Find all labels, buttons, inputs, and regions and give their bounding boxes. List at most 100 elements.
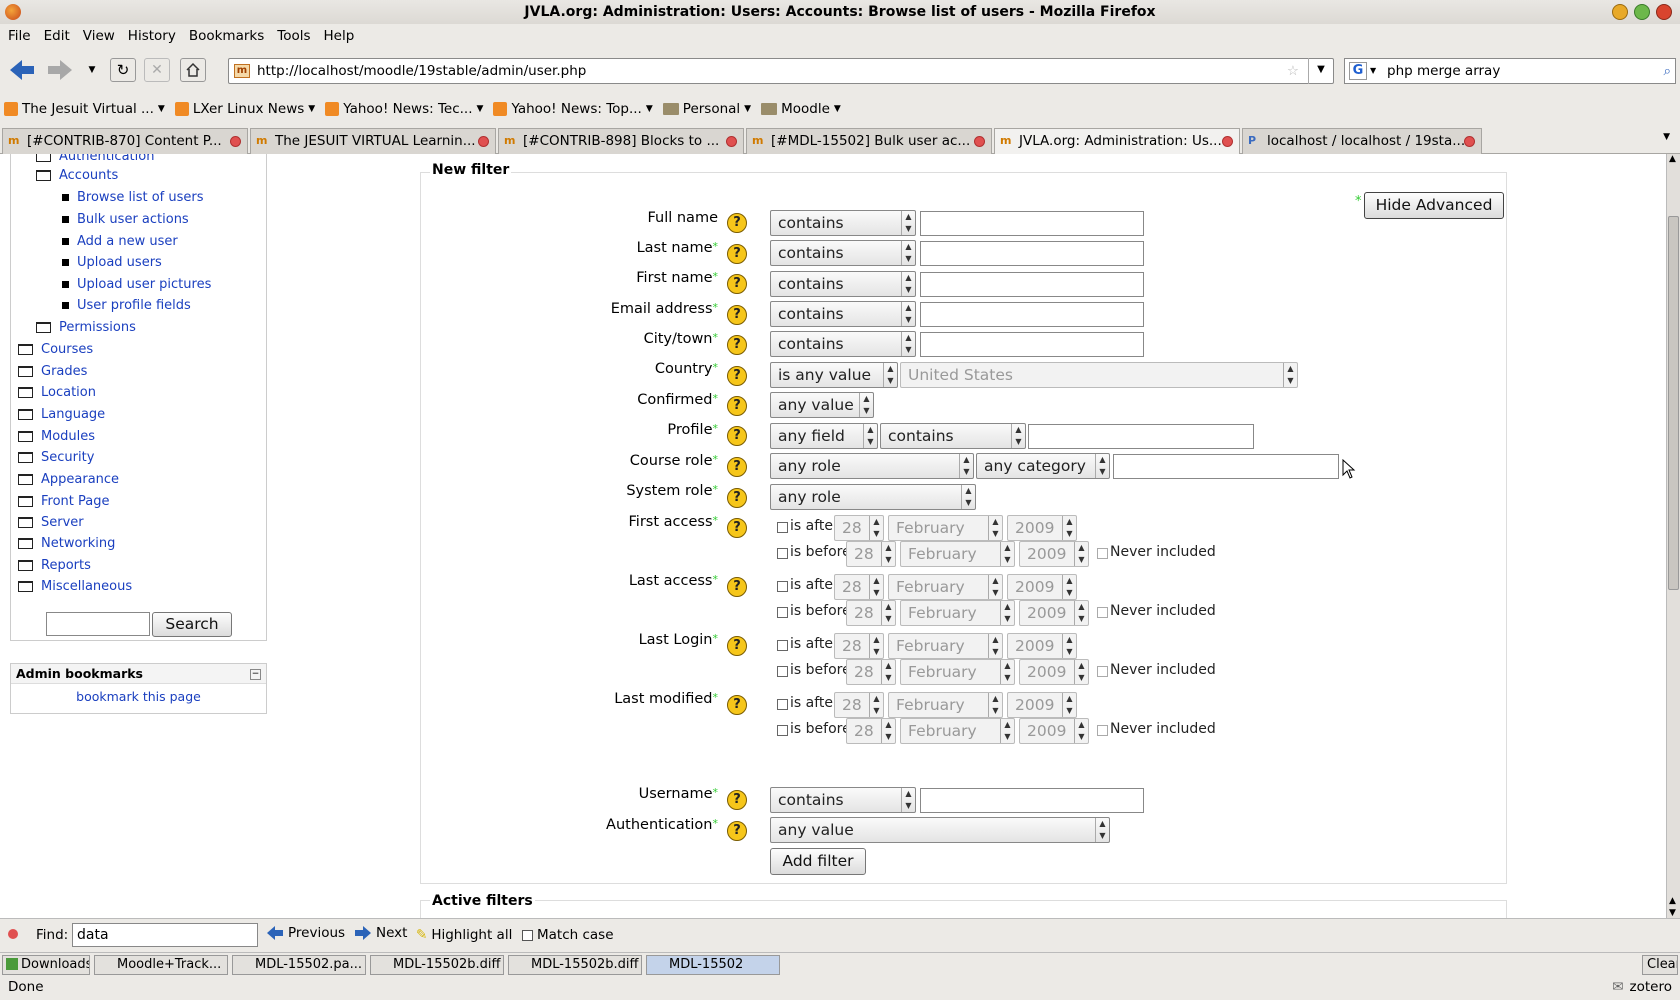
tab-jesuit[interactable]: m The JESUIT VIRTUAL Learnin...: [250, 128, 496, 154]
zotero-button[interactable]: ✉ zotero: [1612, 976, 1672, 998]
scroll-down-icon[interactable]: ▲: [1669, 896, 1676, 906]
country-select[interactable]: United States ▲ ▼: [900, 362, 1298, 388]
close-findbar-icon[interactable]: [8, 929, 18, 939]
maximize-button[interactable]: [1634, 4, 1650, 20]
tab-close-icon[interactable]: [1464, 136, 1475, 147]
city-input[interactable]: [920, 332, 1144, 357]
date-day-select[interactable]: 28 ▲ ▼: [834, 515, 884, 541]
auth-select[interactable]: any value ▲ ▼: [770, 817, 1110, 843]
search-bar[interactable]: G ▼ php merge array ⌕: [1344, 58, 1676, 84]
help-icon[interactable]: ?: [727, 518, 747, 538]
firstaccess-before-checkbox[interactable]: [777, 548, 788, 559]
help-icon[interactable]: ?: [727, 577, 747, 597]
help-icon[interactable]: ?: [727, 335, 747, 355]
help-icon[interactable]: ?: [727, 695, 747, 715]
menu-edit[interactable]: Edit: [38, 24, 77, 46]
tab-close-icon[interactable]: [726, 136, 737, 147]
stop-button[interactable]: ✕: [144, 58, 170, 82]
admin-search-button[interactable]: Search: [152, 612, 232, 637]
help-icon[interactable]: ?: [727, 274, 747, 294]
menu-help[interactable]: Help: [318, 24, 362, 46]
menu-bookmarks[interactable]: Bookmarks: [183, 24, 271, 46]
date-year-select[interactable]: 2009 ▲ ▼: [1019, 718, 1089, 744]
lastaccess-before-checkbox[interactable]: [777, 607, 788, 618]
url-bar[interactable]: m http://localhost/moodle/19stable/admin…: [228, 58, 1334, 84]
menu-file[interactable]: File: [2, 24, 38, 46]
help-icon[interactable]: ?: [727, 790, 747, 810]
tab-close-icon[interactable]: [974, 136, 985, 147]
date-month-select[interactable]: February ▲ ▼: [888, 515, 1003, 541]
country-operator-select[interactable]: is any value ▲ ▼: [770, 362, 898, 388]
collapse-icon[interactable]: −: [250, 669, 261, 680]
date-day-select[interactable]: 28 ▲ ▼: [834, 574, 884, 600]
tab-close-icon[interactable]: [478, 136, 489, 147]
downloads-button[interactable]: Downloads: [2, 955, 90, 975]
match-case-checkbox[interactable]: Match case: [522, 927, 614, 943]
reload-button[interactable]: ↻: [110, 58, 136, 82]
help-icon[interactable]: ?: [727, 305, 747, 325]
help-icon[interactable]: ?: [727, 488, 747, 508]
bookmark-folder-personal[interactable]: Personal ▼: [662, 101, 751, 117]
close-window-button[interactable]: [1656, 4, 1672, 20]
download-item[interactable]: MDL-15502: [646, 955, 780, 975]
help-icon[interactable]: ?: [727, 244, 747, 264]
date-month-select[interactable]: February ▲ ▼: [900, 718, 1015, 744]
date-month-select[interactable]: February ▲ ▼: [900, 659, 1015, 685]
tab-jvla-admin[interactable]: m JVLA.org: Administration: Us...: [994, 128, 1240, 154]
lastname-input[interactable]: [920, 241, 1144, 266]
never-included-checkbox[interactable]: [1097, 725, 1108, 736]
date-month-select[interactable]: February ▲ ▼: [900, 600, 1015, 626]
firstname-operator-select[interactable]: contains ▲ ▼: [770, 271, 916, 297]
lastname-operator-select[interactable]: contains ▲ ▼: [770, 240, 916, 266]
bookmark-yahoo-top[interactable]: Yahoo! News: Top... ▼: [493, 101, 653, 117]
menu-view[interactable]: View: [77, 24, 122, 46]
hide-advanced-button[interactable]: Hide Advanced: [1364, 192, 1504, 219]
tab-contrib-870[interactable]: m [#CONTRIB-870] Content P...: [2, 128, 248, 154]
confirmed-select[interactable]: any value ▲ ▼: [770, 392, 874, 418]
firstaccess-after-checkbox[interactable]: [777, 522, 788, 533]
date-year-select[interactable]: 2009 ▲ ▼: [1007, 515, 1077, 541]
never-included-checkbox[interactable]: [1097, 607, 1108, 618]
tab-list-dropdown[interactable]: ▼: [1663, 132, 1670, 142]
vertical-scrollbar[interactable]: ▲ ▲ ▼: [1666, 154, 1680, 918]
tab-contrib-898[interactable]: m [#CONTRIB-898] Blocks to ...: [498, 128, 744, 154]
home-button[interactable]: [180, 58, 206, 82]
bookmark-folder-moodle[interactable]: Moodle ▼: [761, 101, 841, 117]
course-role-select[interactable]: any role ▲ ▼: [770, 453, 974, 479]
search-go-icon[interactable]: ⌕: [1663, 59, 1671, 83]
admin-search-input[interactable]: [46, 612, 150, 636]
date-day-select[interactable]: 28 ▲ ▼: [834, 633, 884, 659]
date-year-select[interactable]: 2009 ▲ ▼: [1019, 541, 1089, 567]
help-icon[interactable]: ?: [727, 636, 747, 656]
email-operator-select[interactable]: contains ▲ ▼: [770, 301, 916, 327]
city-operator-select[interactable]: contains ▲ ▼: [770, 331, 916, 357]
scroll-up-icon[interactable]: ▲: [1669, 154, 1676, 164]
lastlogin-after-checkbox[interactable]: [777, 640, 788, 651]
firstname-input[interactable]: [920, 272, 1144, 297]
username-input[interactable]: [920, 788, 1144, 813]
date-month-select[interactable]: February ▲ ▼: [888, 633, 1003, 659]
lastlogin-before-checkbox[interactable]: [777, 666, 788, 677]
lastmodified-after-checkbox[interactable]: [777, 699, 788, 710]
date-year-select[interactable]: 2009 ▲ ▼: [1007, 633, 1077, 659]
download-item[interactable]: MDL-15502b.diff: [508, 955, 642, 975]
date-day-select[interactable]: 28 ▲ ▼: [846, 600, 896, 626]
bookmark-yahoo-tech[interactable]: Yahoo! News: Tec... ▼: [325, 101, 483, 117]
fullname-operator-select[interactable]: contains ▲ ▼: [770, 210, 916, 236]
clear-downloads-button[interactable]: Clear: [1642, 955, 1678, 975]
scrollbar-thumb[interactable]: [1668, 216, 1679, 590]
find-previous-button[interactable]: Previous: [266, 925, 345, 941]
lastaccess-after-checkbox[interactable]: [777, 581, 788, 592]
find-next-button[interactable]: Next: [354, 925, 407, 941]
date-year-select[interactable]: 2009 ▲ ▼: [1007, 574, 1077, 600]
course-input[interactable]: [1113, 454, 1339, 479]
profile-field-select[interactable]: any field ▲ ▼: [770, 423, 878, 449]
email-input[interactable]: [920, 302, 1144, 327]
date-day-select[interactable]: 28 ▲ ▼: [834, 692, 884, 718]
minimize-button[interactable]: [1612, 4, 1628, 20]
date-day-select[interactable]: 28 ▲ ▼: [846, 718, 896, 744]
url-dropdown[interactable]: ▼: [1308, 58, 1333, 84]
help-icon[interactable]: ?: [727, 426, 747, 446]
highlight-all-button[interactable]: ✎ Highlight all: [416, 927, 512, 943]
date-year-select[interactable]: 2009 ▲ ▼: [1019, 600, 1089, 626]
